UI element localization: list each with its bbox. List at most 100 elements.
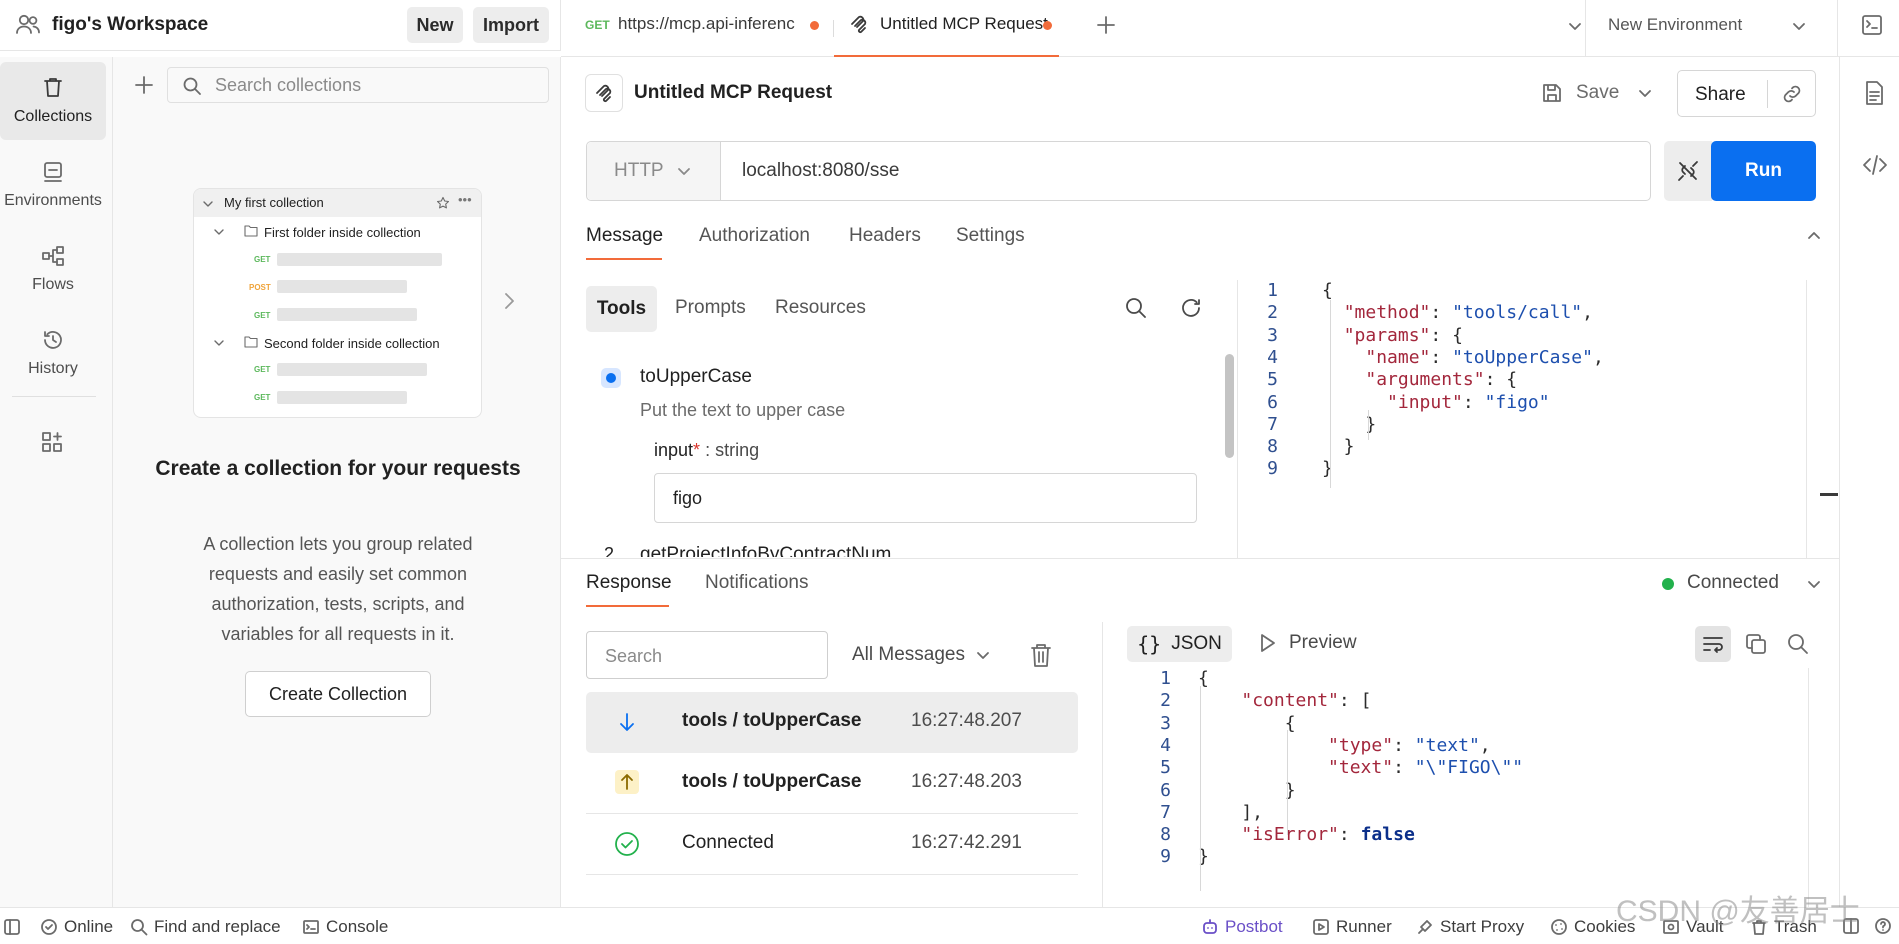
message-row[interactable]: Connected 16:27:42.291	[586, 814, 1078, 875]
param-input[interactable]: figo	[654, 473, 1197, 523]
message-editor[interactable]: 1{2 "method": "tools/call", 3 "params": {…	[1238, 280, 1822, 558]
search-icon[interactable]	[1124, 296, 1148, 320]
chevron-down-icon[interactable]	[1567, 18, 1583, 34]
request-title[interactable]: Untitled MCP Request	[634, 82, 832, 104]
tool-name[interactable]: toUpperCase	[640, 366, 752, 388]
sidebar-item-environments[interactable]: Environments	[0, 146, 106, 224]
code-line: "type": "text",	[1198, 735, 1491, 756]
chevron-down-icon	[678, 168, 690, 175]
chevron-up-icon[interactable]	[1806, 228, 1822, 244]
environment-select[interactable]: New Environment	[1586, 0, 1836, 50]
disconnect-button[interactable]	[1664, 141, 1712, 201]
refresh-icon[interactable]	[1179, 296, 1203, 320]
line-number: 7	[1160, 801, 1171, 823]
runner-button[interactable]: Runner	[1312, 917, 1392, 937]
line-number: 7	[1267, 413, 1278, 435]
tab-response[interactable]: Response	[586, 572, 672, 594]
check-circle-icon	[41, 919, 57, 935]
sidebar-item-flows[interactable]: Flows	[0, 230, 106, 308]
json-key: "name"	[1365, 346, 1431, 368]
postbot-button[interactable]: Postbot	[1201, 917, 1283, 937]
start-proxy-button[interactable]: Start Proxy	[1416, 917, 1524, 937]
online-status[interactable]: Online	[40, 917, 113, 937]
message-row[interactable]: tools / toUpperCase 16:27:48.207	[586, 692, 1078, 753]
postbot-icon	[1203, 919, 1217, 934]
tab-settings[interactable]: Settings	[956, 225, 1025, 247]
tab-notifications[interactable]: Notifications	[705, 572, 809, 594]
share-button[interactable]: Share	[1695, 84, 1746, 106]
tool-radio[interactable]	[601, 368, 621, 388]
tab-prompts[interactable]: Prompts	[675, 297, 746, 319]
url-input[interactable]: localhost:8080/sse	[742, 160, 899, 182]
import-button[interactable]: Import	[473, 7, 549, 43]
active-tab-indicator	[834, 55, 1059, 57]
messages-search-input[interactable]: Search	[586, 631, 828, 679]
help-icon[interactable]	[1874, 917, 1892, 935]
transport-select[interactable]: HTTP	[587, 142, 721, 200]
chevron-down-icon[interactable]	[1637, 85, 1653, 101]
json-punct	[1198, 735, 1328, 756]
json-string: "toUpperCase"	[1452, 346, 1593, 368]
configure-sidebar-icon[interactable]	[40, 430, 64, 454]
tab-get-request[interactable]: GET https://mcp.api-inferenc	[573, 0, 828, 50]
search-icon[interactable]	[1786, 632, 1810, 656]
scrollbar[interactable]	[1225, 354, 1234, 458]
copy-icon[interactable]	[1744, 632, 1768, 656]
view-json-button[interactable]: {} JSON	[1127, 626, 1232, 662]
new-button[interactable]: New	[407, 7, 463, 43]
tab-authorization[interactable]: Authorization	[699, 225, 810, 247]
link-icon[interactable]	[1780, 82, 1804, 106]
message-row[interactable]: tools / toUpperCase 16:27:48.203	[586, 753, 1078, 814]
line-number: 5	[1267, 369, 1278, 391]
line-number: 8	[1160, 824, 1171, 846]
create-collection-button[interactable]: Create Collection	[245, 671, 431, 717]
line-number: 4	[1160, 734, 1171, 756]
preview-method: GET	[254, 393, 271, 402]
preview-folder-name: First folder inside collection	[264, 225, 421, 240]
console-button[interactable]: Console	[302, 917, 388, 937]
trash-icon[interactable]	[1029, 642, 1053, 668]
save-button[interactable]: Save	[1540, 76, 1640, 110]
chevron-down-icon	[1793, 23, 1805, 30]
search-icon	[183, 77, 201, 95]
tab-resources[interactable]: Resources	[775, 297, 866, 319]
json-punct: ],	[1198, 801, 1264, 823]
response-divider	[561, 558, 1839, 559]
tab-tools[interactable]: Tools	[586, 286, 657, 332]
json-punct: {	[1198, 712, 1296, 734]
environment-icon	[44, 162, 62, 182]
chevron-down-icon[interactable]	[1806, 576, 1822, 592]
message-filter-select[interactable]: All Messages	[852, 644, 991, 666]
code-icon[interactable]	[1862, 153, 1888, 177]
search-collections[interactable]: Search collections	[167, 67, 549, 103]
tab-mcp-request[interactable]: Untitled MCP Request	[834, 0, 1059, 57]
view-preview-button[interactable]: Preview	[1259, 632, 1357, 654]
response-json-viewer[interactable]: 1{2 "content": [3 {4 "type": "text", 5 "t…	[1103, 668, 1808, 907]
tab-headers[interactable]: Headers	[849, 225, 921, 247]
environment-quick-look-icon[interactable]	[1860, 13, 1884, 37]
wrap-lines-button[interactable]	[1695, 626, 1731, 662]
json-punct	[1322, 392, 1387, 413]
json-punct: : [	[1338, 690, 1372, 712]
filter-label: All Messages	[852, 644, 965, 665]
plus-icon[interactable]	[1095, 14, 1117, 36]
indent-guide	[1200, 686, 1201, 891]
plus-icon[interactable]	[133, 74, 155, 96]
console-label: Console	[326, 917, 389, 936]
divider	[1767, 80, 1768, 108]
online-label: Online	[64, 917, 114, 936]
workspace-name[interactable]: figo's Workspace	[52, 14, 208, 36]
find-and-replace-button[interactable]: Find and replace	[130, 917, 281, 937]
placeholder-bar	[277, 391, 407, 404]
sidebar-nav: Collections Environments Flows History	[0, 57, 113, 907]
sidebar-item-history[interactable]: History	[0, 314, 106, 392]
tool-name[interactable]: getProjectInfoByContractNum	[640, 544, 891, 557]
chevron-right-icon[interactable]	[501, 289, 517, 313]
json-string: "figo"	[1484, 391, 1550, 413]
line-number: 2	[1160, 690, 1171, 712]
documentation-icon[interactable]	[1862, 80, 1886, 106]
run-button[interactable]: Run	[1711, 141, 1816, 201]
toggle-sidebar-icon[interactable]	[3, 918, 21, 936]
tab-message[interactable]: Message	[586, 225, 663, 247]
sidebar-item-collections[interactable]: Collections	[0, 62, 106, 140]
